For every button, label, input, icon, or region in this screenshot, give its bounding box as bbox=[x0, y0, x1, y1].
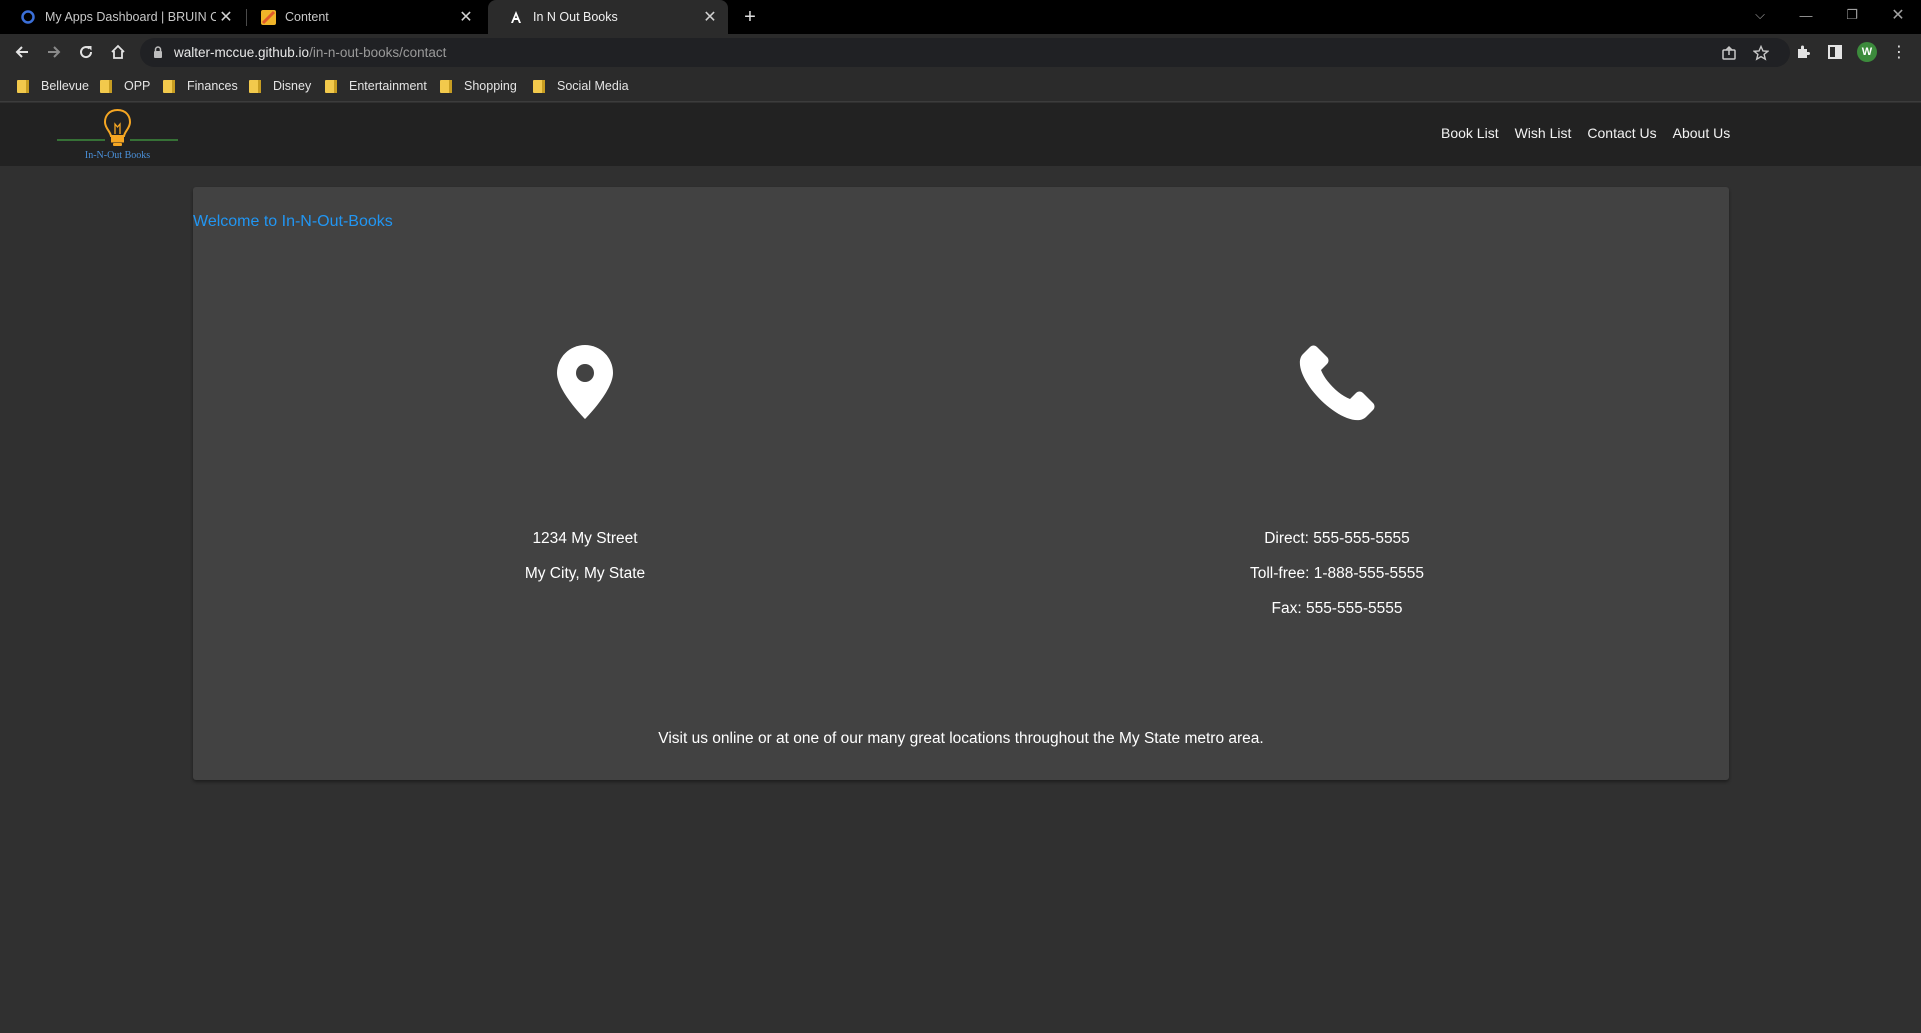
forward-arrow-icon bbox=[48, 46, 61, 58]
folder-icon bbox=[163, 79, 175, 93]
home-icon bbox=[111, 44, 125, 59]
close-icon[interactable]: ✕ bbox=[456, 7, 476, 27]
menu-kebab-icon[interactable]: ⋮ bbox=[1889, 42, 1909, 62]
reload-icon bbox=[80, 46, 93, 59]
bookmark-label: OPP bbox=[124, 79, 151, 93]
bookmark-label: Bellevue bbox=[41, 79, 89, 93]
folder-icon bbox=[17, 79, 29, 93]
address-block: 1234 My Street My City, My State bbox=[485, 521, 685, 591]
phone-block: Direct: 555-555-5555 Toll-free: 1-888-55… bbox=[1187, 521, 1487, 626]
bookmark-finances[interactable]: Finances bbox=[163, 77, 238, 95]
location-pin-icon bbox=[557, 345, 613, 419]
url-text: walter-mccue.github.io/in-n-out-books/co… bbox=[174, 45, 446, 60]
nav-contact-us[interactable]: Contact Us bbox=[1587, 125, 1656, 141]
site-logo[interactable]: In-N-Out Books bbox=[55, 107, 180, 163]
home-button[interactable] bbox=[104, 38, 132, 66]
folder-icon bbox=[100, 79, 112, 93]
bookmark-disney[interactable]: Disney bbox=[249, 77, 311, 95]
tab-title: In N Out Books bbox=[533, 10, 618, 24]
bookmark-social-media[interactable]: Social Media bbox=[533, 77, 629, 95]
address-line: My City, My State bbox=[524, 565, 646, 582]
bookmark-shopping[interactable]: Shopping bbox=[440, 77, 517, 95]
site-header: In-N-Out Books Book List Wish List Conta… bbox=[0, 103, 1921, 166]
lock-icon bbox=[154, 46, 162, 58]
nav-book-list[interactable]: Book List bbox=[1441, 125, 1499, 141]
bookmark-label: Entertainment bbox=[349, 79, 427, 93]
page-content: In-N-Out Books Book List Wish List Conta… bbox=[0, 103, 1921, 1033]
bookmark-label: Finances bbox=[187, 79, 238, 93]
phone-fax: Fax: 555-555-5555 bbox=[1271, 600, 1403, 617]
visit-message: Visit us online or at one of our many gr… bbox=[658, 730, 1264, 747]
bookmark-label: Social Media bbox=[557, 79, 629, 93]
profile-avatar[interactable]: W bbox=[1857, 42, 1877, 62]
content-icon bbox=[260, 9, 276, 25]
side-panel-icon[interactable] bbox=[1825, 42, 1845, 62]
welcome-title: Welcome to In-N-Out-Books bbox=[193, 213, 393, 230]
share-icon[interactable] bbox=[1721, 45, 1737, 61]
bookmark-opp[interactable]: OPP bbox=[100, 77, 150, 95]
lightbulb-icon bbox=[57, 108, 178, 146]
tab-title: My Apps Dashboard | BRUIN Co bbox=[45, 10, 216, 24]
tab-strip: My Apps Dashboard | BRUIN Co ✕ Content ✕… bbox=[0, 0, 1921, 34]
okta-icon bbox=[20, 9, 36, 25]
reload-button[interactable] bbox=[72, 38, 100, 66]
back-arrow-icon bbox=[15, 46, 28, 58]
restore-icon[interactable]: ❐ bbox=[1829, 0, 1875, 30]
forward-button[interactable] bbox=[40, 38, 68, 66]
site-nav: Book List Wish List Contact Us About Us bbox=[1441, 125, 1746, 141]
folder-icon bbox=[325, 79, 337, 93]
bookmark-label: Shopping bbox=[464, 79, 517, 93]
address-line: 1234 My Street bbox=[532, 530, 638, 547]
bookmark-label: Disney bbox=[273, 79, 312, 93]
new-tab-button[interactable]: + bbox=[738, 5, 762, 29]
tab-content[interactable]: Content ✕ bbox=[240, 0, 484, 34]
logo-text: In-N-Out Books bbox=[84, 150, 151, 161]
bookmark-bellevue[interactable]: Bellevue bbox=[17, 77, 89, 95]
phone-direct: Direct: 555-555-5555 bbox=[1264, 530, 1410, 547]
phone-toll-free: Toll-free: 1-888-555-5555 bbox=[1249, 565, 1425, 582]
window-close-icon[interactable]: ✕ bbox=[1875, 0, 1921, 30]
back-button[interactable] bbox=[8, 38, 36, 66]
url-host: walter-mccue.github.io bbox=[174, 45, 310, 60]
folder-icon bbox=[533, 79, 545, 93]
nav-about-us[interactable]: About Us bbox=[1673, 125, 1731, 141]
tab-search-icon[interactable]: ⌵ bbox=[1737, 0, 1783, 30]
folder-icon bbox=[249, 79, 261, 93]
tab-my-apps[interactable]: My Apps Dashboard | BRUIN Co ✕ bbox=[0, 0, 244, 34]
bookmark-entertainment[interactable]: Entertainment bbox=[325, 77, 427, 95]
minimize-icon[interactable]: — bbox=[1783, 0, 1829, 30]
angular-icon bbox=[508, 9, 524, 25]
extensions-icon[interactable] bbox=[1793, 42, 1813, 62]
tab-title: Content bbox=[285, 10, 329, 24]
close-icon[interactable]: ✕ bbox=[216, 7, 236, 27]
address-bar[interactable]: walter-mccue.github.io/in-n-out-books/co… bbox=[140, 38, 1790, 67]
phone-icon bbox=[1299, 345, 1375, 421]
bookmarks-bar: Bellevue OPP Finances Disney Entertainme… bbox=[0, 70, 1921, 102]
bookmark-star-icon[interactable] bbox=[1753, 45, 1769, 61]
nav-wish-list[interactable]: Wish List bbox=[1515, 125, 1572, 141]
url-path: /in-n-out-books/contact bbox=[309, 45, 447, 60]
tab-in-n-out-books[interactable]: In N Out Books ✕ bbox=[488, 0, 728, 34]
browser-toolbar: walter-mccue.github.io/in-n-out-books/co… bbox=[0, 34, 1921, 70]
contact-card: Welcome to In-N-Out-Books 1234 My Street… bbox=[193, 187, 1729, 780]
folder-icon bbox=[440, 79, 452, 93]
close-icon[interactable]: ✕ bbox=[700, 7, 720, 27]
